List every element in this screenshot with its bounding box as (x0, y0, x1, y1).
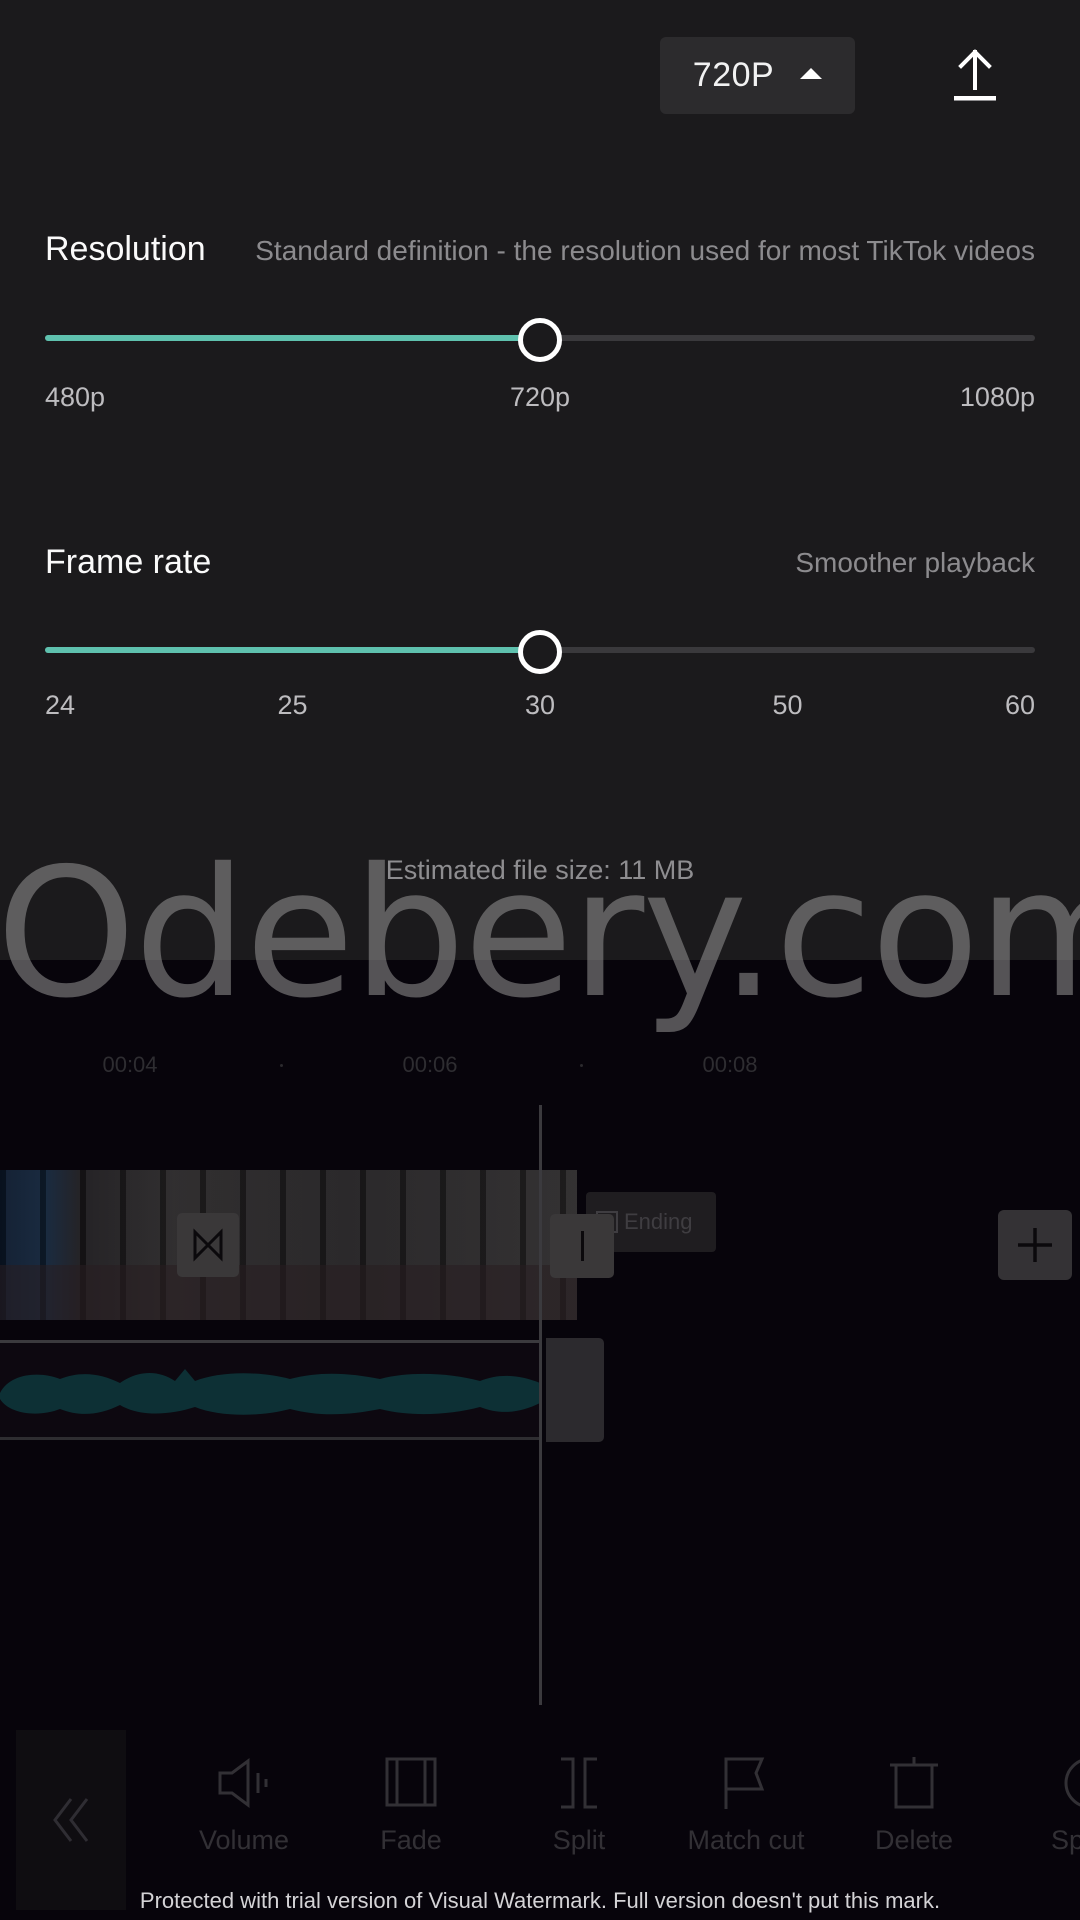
tool-label: Split (552, 1825, 606, 1855)
slider-fill (45, 647, 540, 653)
tick-label[interactable]: 480p (45, 382, 105, 413)
tool-volume[interactable]: Volume (179, 1755, 309, 1856)
audio-trim-handle[interactable] (546, 1338, 604, 1442)
upload-icon[interactable] (950, 46, 1000, 102)
watermark-overlay: Odebery.com (0, 830, 1080, 1037)
tool-speed[interactable]: Speed (1025, 1755, 1080, 1856)
slider-thumb[interactable] (518, 630, 562, 674)
export-settings-panel: 720P Resolution Standard definition - th… (0, 0, 1080, 960)
split-icon (561, 1757, 597, 1809)
resolution-dropdown[interactable]: 720P (660, 37, 855, 114)
tool-label: Volume (198, 1825, 290, 1855)
resolution-tick-labels: 480p 720p 1080p (45, 382, 1035, 422)
tick-label[interactable]: 720p (510, 382, 570, 413)
volume-icon (218, 1758, 268, 1808)
trim-handle-bar (580, 1231, 584, 1261)
tool-split[interactable]: Split (514, 1755, 644, 1856)
clip-lower (0, 1265, 577, 1320)
audio-waveform (0, 1369, 540, 1415)
watermark-footer: Protected with trial version of Visual W… (139, 1888, 941, 1913)
speed-icon (1064, 1759, 1080, 1807)
tick-label[interactable]: 25 (277, 690, 307, 721)
ruler-dot (280, 1064, 283, 1067)
caret-up-icon (800, 68, 823, 79)
collapse-toolbar-button[interactable] (16, 1730, 126, 1910)
audio-clip[interactable] (0, 1340, 540, 1440)
resolution-slider[interactable] (45, 318, 1035, 362)
add-clip-button[interactable] (998, 1210, 1072, 1280)
ending-label: Ending (624, 1209, 693, 1234)
slider-thumb[interactable] (518, 318, 562, 362)
clip-trim-handle[interactable] (550, 1214, 614, 1278)
slider-fill (45, 335, 540, 341)
tool-label: Match cut (687, 1825, 805, 1855)
tool-label: Speed (1050, 1825, 1080, 1855)
ruler-label: 00:08 (702, 1052, 758, 1077)
playhead[interactable] (539, 1105, 542, 1705)
flag-icon (724, 1757, 765, 1809)
frame-rate-tick-labels: 24 25 30 50 60 (45, 690, 1035, 730)
frame-rate-title: Frame rate (45, 543, 212, 581)
ruler-label: 00:04 (102, 1052, 158, 1077)
frame-rate-description: Smoother playback (795, 547, 1035, 578)
transition-button[interactable] (177, 1213, 239, 1277)
plus-icon (1018, 1228, 1052, 1262)
video-clip[interactable] (0, 1170, 577, 1320)
double-chevron-left-icon (53, 1798, 89, 1842)
resolution-title: Resolution (45, 230, 206, 268)
tool-label: Fade (380, 1825, 442, 1855)
timeline-ruler: 00:04 00:06 00:08 (0, 1052, 1080, 1092)
tick-label[interactable]: 24 (45, 690, 75, 721)
transition-icon (193, 1228, 223, 1262)
tool-label: Delete (874, 1825, 954, 1855)
ruler-dot (580, 1064, 583, 1067)
resolution-dropdown-value: 720P (692, 56, 775, 94)
clip-toolbar: Volume Fade Split Match cut Delete Speed (0, 1725, 1080, 1910)
resolution-description: Standard definition - the resolution use… (255, 235, 1035, 266)
tick-label[interactable]: 30 (525, 690, 555, 721)
ruler-label: 00:06 (402, 1052, 458, 1077)
tick-label[interactable]: 60 (1005, 690, 1035, 721)
tool-match-cut[interactable]: Match cut (681, 1755, 811, 1856)
fade-icon (385, 1757, 437, 1807)
trash-icon (890, 1757, 938, 1809)
tool-fade[interactable]: Fade (346, 1755, 476, 1856)
tool-delete[interactable]: Delete (849, 1755, 979, 1856)
frame-rate-slider[interactable] (45, 630, 1035, 674)
tick-label[interactable]: 50 (772, 690, 802, 721)
tick-label[interactable]: 1080p (960, 382, 1035, 413)
